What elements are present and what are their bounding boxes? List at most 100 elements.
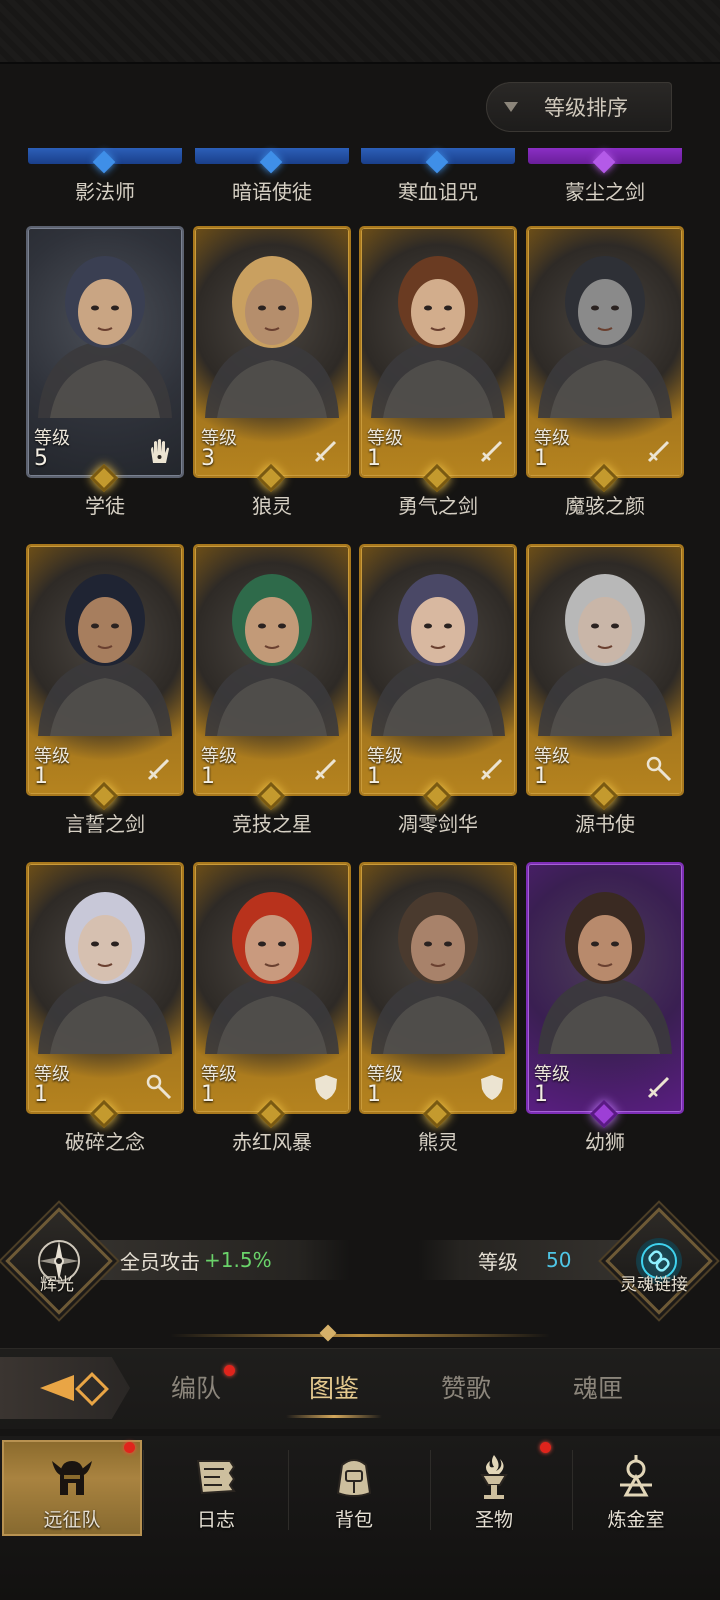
hero-name: 破碎之念 xyxy=(65,1130,145,1154)
hero-name: 勇气之剑 xyxy=(398,494,478,518)
nav-relics[interactable]: 圣物 xyxy=(424,1440,564,1536)
hero-portrait xyxy=(28,864,182,1054)
hero-portrait xyxy=(528,546,682,736)
radiance-caption: 辉光 xyxy=(40,1275,74,1295)
hero-name: 竞技之星 xyxy=(232,812,312,836)
hero-name: 狼灵 xyxy=(252,494,292,518)
level-value: 1 xyxy=(34,1082,48,1107)
bag-icon xyxy=(336,1459,372,1497)
team-attack-bonus: 全员攻击 +1.5% xyxy=(86,1240,350,1280)
hero-name: 赤红风暴 xyxy=(232,1130,312,1154)
hero-portrait xyxy=(195,546,349,736)
hero-portrait xyxy=(195,864,349,1054)
hero-card[interactable]: 等级 5 xyxy=(28,228,182,493)
hand-icon xyxy=(144,436,174,466)
sword-icon xyxy=(311,754,341,784)
nav-label: 炼金室 xyxy=(607,1509,665,1531)
notification-badge xyxy=(224,1365,235,1376)
level-value: 5 xyxy=(34,446,48,471)
tab-formation[interactable]: 编队 xyxy=(136,1369,256,1405)
level-value: 1 xyxy=(534,764,548,789)
staff-icon xyxy=(644,754,674,784)
sword-icon xyxy=(477,754,507,784)
staff-icon xyxy=(144,1072,174,1102)
partial-card-1[interactable] xyxy=(28,148,182,174)
hero-card[interactable]: 等级 1 xyxy=(361,228,515,493)
back-button[interactable] xyxy=(0,1357,130,1419)
hero-card[interactable]: 等级 1 xyxy=(528,864,682,1129)
brazier-icon xyxy=(480,1455,508,1499)
bottom-nav: 远征队 日志 背包 圣物 炼金室 xyxy=(0,1436,720,1600)
sword-icon xyxy=(477,436,507,466)
hero-card[interactable]: 等级 1 xyxy=(528,228,682,493)
hero-name: 幼狮 xyxy=(585,1130,625,1154)
hero-card[interactable]: 等级 1 xyxy=(195,864,349,1129)
tab-codex[interactable]: 图鉴 xyxy=(274,1369,394,1405)
radiance-button[interactable] xyxy=(9,1211,109,1311)
bonus-row: 全员攻击 +1.5% 等级 50 辉光 灵魂链接 xyxy=(0,1211,720,1311)
hero-portrait xyxy=(528,864,682,1054)
hero-card[interactable]: 等级 1 xyxy=(28,864,182,1129)
chevron-down-icon xyxy=(504,102,518,112)
hero-name: 暗语使徒 xyxy=(232,180,312,204)
hero-name: 寒血诅咒 xyxy=(398,180,478,204)
partial-card-3[interactable] xyxy=(361,148,515,174)
hero-name: 学徒 xyxy=(85,494,125,518)
hero-name: 蒙尘之剑 xyxy=(565,180,645,204)
nav-journal[interactable]: 日志 xyxy=(146,1440,286,1536)
sword-icon xyxy=(644,436,674,466)
hero-card[interactable]: 等级 1 xyxy=(528,546,682,811)
soul-link-caption: 灵魂链接 xyxy=(620,1275,688,1295)
sword-icon xyxy=(644,1072,674,1102)
nav-label: 背包 xyxy=(334,1509,373,1531)
soul-link-button[interactable] xyxy=(609,1211,709,1311)
hero-card[interactable]: 等级 1 xyxy=(195,546,349,811)
top-decor-band xyxy=(0,0,720,64)
nav-expedition[interactable]: 远征队 xyxy=(2,1440,142,1536)
soul-link-level: 等级 50 xyxy=(418,1240,630,1280)
divider xyxy=(170,1334,550,1337)
hero-portrait xyxy=(195,228,349,418)
hero-card[interactable]: 等级 1 xyxy=(28,546,182,811)
alchemy-icon xyxy=(620,1455,652,1497)
level-value: 1 xyxy=(534,446,548,471)
level-value: 1 xyxy=(367,1082,381,1107)
diamond-icon xyxy=(75,1372,109,1406)
helmet-icon xyxy=(52,1461,92,1495)
nav-alchemy[interactable]: 炼金室 xyxy=(566,1440,706,1536)
hero-name: 源书使 xyxy=(575,812,635,836)
hero-card[interactable]: 等级 3 xyxy=(195,228,349,493)
tab-anthem[interactable]: 赞歌 xyxy=(406,1369,526,1405)
soul-link-level-value: 50 xyxy=(546,1248,572,1272)
hero-portrait xyxy=(361,228,515,418)
level-value: 1 xyxy=(367,446,381,471)
partial-card-4[interactable] xyxy=(528,148,682,174)
nav-label: 远征队 xyxy=(43,1509,101,1531)
hero-card[interactable]: 等级 1 xyxy=(361,864,515,1129)
notification-badge xyxy=(124,1442,135,1453)
tab-soul-box[interactable]: 魂匣 xyxy=(538,1369,658,1405)
level-value: 1 xyxy=(201,764,215,789)
hero-portrait xyxy=(528,228,682,418)
sword-icon xyxy=(144,754,174,784)
bonus-stat-label: 全员攻击 xyxy=(120,1249,200,1274)
level-value: 1 xyxy=(34,764,48,789)
partial-card-2[interactable] xyxy=(195,148,349,174)
nav-separator xyxy=(143,1450,144,1530)
level-value: 1 xyxy=(367,764,381,789)
hero-name: 魔骇之颜 xyxy=(565,494,645,518)
sort-label: 等级排序 xyxy=(544,96,628,120)
shield-icon xyxy=(477,1072,507,1102)
hero-card[interactable]: 等级 1 xyxy=(361,546,515,811)
nav-backpack[interactable]: 背包 xyxy=(284,1440,424,1536)
bonus-stat-value: +1.5% xyxy=(204,1248,272,1272)
divider-gem xyxy=(319,1324,337,1342)
sword-icon xyxy=(311,436,341,466)
hero-portrait xyxy=(361,864,515,1054)
sort-button[interactable]: 等级排序 xyxy=(486,82,672,132)
hero-name: 凋零剑华 xyxy=(398,812,478,836)
hero-portrait xyxy=(28,546,182,736)
nav-label: 日志 xyxy=(196,1509,235,1531)
soul-link-level-label: 等级 xyxy=(478,1249,518,1274)
active-tab-indicator xyxy=(286,1415,382,1418)
